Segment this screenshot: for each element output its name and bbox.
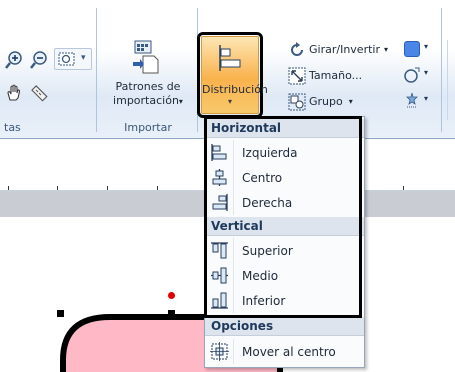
menu-item-align-top[interactable]: Superior <box>205 238 364 263</box>
rotate-flip-button[interactable]: Girar/Invertir ▾ <box>288 40 388 59</box>
group-separator <box>197 8 198 132</box>
menu-item-align-middle[interactable]: Medio <box>205 263 364 288</box>
menu-header-opciones: Opciones <box>205 317 364 336</box>
align-bottom-icon <box>211 292 228 309</box>
group-separator <box>441 8 442 132</box>
menu-gutter <box>233 190 234 215</box>
measure-icon[interactable] <box>29 83 49 103</box>
shape-fill-button[interactable]: ▾ <box>403 40 437 58</box>
menu-label-superior: Superior <box>242 243 293 258</box>
group-objects-icon <box>288 93 306 110</box>
align-left-icon <box>219 45 241 71</box>
import-patterns-icon <box>133 40 159 74</box>
chevron-down-icon: ▾ <box>424 42 429 51</box>
menu-label-derecha: Derecha <box>242 195 293 210</box>
menu-label-medio: Medio <box>242 268 279 283</box>
chevron-down-icon: ▾ <box>81 53 86 63</box>
menu-item-align-center[interactable]: Centro <box>205 165 364 190</box>
align-middle-icon <box>211 267 228 284</box>
menu-item-align-right[interactable]: Derecha <box>205 190 364 215</box>
group-button[interactable]: Grupo ▾ <box>288 92 353 111</box>
ruler-tick <box>107 186 108 190</box>
chevron-down-icon: ▾ <box>424 68 429 77</box>
ruler-tick <box>157 186 158 190</box>
size-label: Tamaño... <box>309 69 363 82</box>
menu-item-align-bottom[interactable]: Inferior <box>205 288 364 313</box>
menu-label-mover-centro: Mover al centro <box>242 344 336 359</box>
menu-item-align-left[interactable]: Izquierda <box>205 140 364 165</box>
rotation-handle[interactable] <box>168 292 175 299</box>
group-label-ver: tas <box>4 121 21 134</box>
shape-outline-button[interactable]: ▾ <box>403 66 437 84</box>
import-patterns-label-line2: importación <box>113 94 179 107</box>
zoom-fit-button[interactable]: ▾ <box>54 48 92 70</box>
rotate-icon <box>291 41 303 56</box>
menu-label-izquierda: Izquierda <box>242 145 298 160</box>
align-center-icon <box>212 169 227 186</box>
menu-gutter <box>233 238 234 263</box>
shape-effects-button[interactable]: ▾ <box>403 92 437 110</box>
resize-icon <box>288 67 306 84</box>
ruler-tick <box>8 186 9 190</box>
menu-item-move-to-center[interactable]: Mover al centro <box>205 339 364 364</box>
menu-gutter <box>233 339 234 364</box>
menu-gutter <box>233 263 234 288</box>
align-right-icon <box>212 194 228 211</box>
menu-gutter <box>233 140 234 165</box>
import-patterns-button[interactable]: Patrones de importación▾ <box>102 36 194 116</box>
menu-header-vertical: Vertical <box>205 217 364 236</box>
align-top-icon <box>211 242 228 259</box>
chevron-down-icon: ▾ <box>227 97 232 106</box>
zoom-fit-icon <box>58 52 75 66</box>
group-separator <box>96 8 97 132</box>
chevron-down-icon: ▾ <box>424 94 429 103</box>
distribution-label: Distribución <box>202 83 268 96</box>
menu-label-centro: Centro <box>242 170 283 185</box>
import-patterns-label-line2-wrap: importación▾ <box>102 94 194 107</box>
chevron-down-icon: ▾ <box>178 97 183 106</box>
selection-handle[interactable] <box>168 310 175 317</box>
zoom-in-icon[interactable] <box>4 50 24 70</box>
menu-gutter <box>233 288 234 313</box>
ruler-tick <box>57 186 58 190</box>
pan-hand-icon[interactable] <box>4 83 24 103</box>
rotate-flip-label: Girar/Invertir <box>309 43 380 56</box>
shape-outline-icon <box>404 67 420 83</box>
size-button[interactable]: Tamaño... <box>288 66 362 85</box>
chevron-down-icon: ▾ <box>383 45 388 54</box>
menu-gutter <box>233 165 234 190</box>
shape-effects-icon <box>406 92 418 108</box>
distribution-dropdown-menu: Horizontal Izquierda Centro Derecha Vert… <box>204 116 365 368</box>
group-label-importar: Importar <box>124 121 172 134</box>
move-to-center-icon <box>210 342 229 361</box>
ruler-tick <box>403 186 404 190</box>
distribution-button[interactable]: Distribución ▾ <box>197 32 268 118</box>
align-left-icon <box>211 144 227 161</box>
fill-color-icon <box>404 41 420 57</box>
import-patterns-label-line1: Patrones de <box>115 80 181 93</box>
next-group-edge <box>447 40 455 120</box>
menu-header-horizontal: Horizontal <box>205 119 364 138</box>
zoom-out-icon[interactable] <box>29 50 49 70</box>
selection-handle[interactable] <box>57 310 64 317</box>
group-label: Grupo <box>309 95 343 108</box>
chevron-down-icon: ▾ <box>348 97 353 106</box>
menu-label-inferior: Inferior <box>242 293 286 308</box>
